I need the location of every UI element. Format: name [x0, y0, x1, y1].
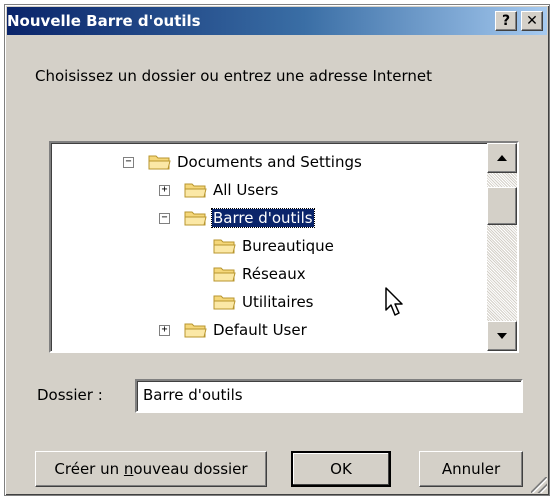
- collapse-icon[interactable]: −: [123, 156, 134, 168]
- scroll-up-button[interactable]: [487, 143, 517, 173]
- dialog-window: Nouvelle Barre d'outils ? ✕ Choisissez u…: [4, 4, 550, 496]
- ok-button[interactable]: OK: [291, 451, 391, 487]
- title-bar[interactable]: Nouvelle Barre d'outils ? ✕: [7, 7, 547, 35]
- tree-item-label: Réseaux: [242, 265, 306, 283]
- scroll-down-button[interactable]: [487, 321, 517, 351]
- new-folder-label-start: Créer un: [54, 460, 124, 478]
- help-button[interactable]: ?: [495, 11, 517, 31]
- folder-icon: [213, 267, 236, 282]
- tree-item-label: Bureautique: [242, 237, 334, 255]
- tree-item-reseaux[interactable]: Réseaux: [213, 262, 307, 286]
- folder-input-value: Barre d'outils: [143, 386, 243, 404]
- dialog-title: Nouvelle Barre d'outils: [7, 12, 201, 30]
- expand-icon[interactable]: +: [159, 324, 170, 336]
- tree-item-label: Utilitaires: [242, 293, 314, 311]
- prompt-text: Choisissez un dossier ou entrez une adre…: [35, 67, 433, 85]
- folder-icon: [184, 183, 207, 198]
- folder-field-label: Dossier :: [37, 386, 103, 404]
- tree-item-label-selected: Barre d'outils: [211, 208, 315, 228]
- close-icon: ✕: [526, 13, 538, 29]
- close-button[interactable]: ✕: [521, 11, 543, 31]
- tree-item-all-users[interactable]: + All Users: [159, 178, 279, 202]
- folder-tree[interactable]: − Documents and Settings + All Users − B…: [49, 141, 519, 353]
- help-icon: ?: [501, 13, 511, 29]
- ok-label: OK: [330, 460, 352, 478]
- tree-item-documents-and-settings[interactable]: − Documents and Settings: [123, 150, 363, 174]
- tree-item-barre-doutils[interactable]: − Barre d'outils: [159, 206, 315, 230]
- collapse-icon[interactable]: −: [159, 212, 170, 224]
- tree-item-default-user[interactable]: + Default User: [159, 318, 308, 342]
- folder-icon: [213, 295, 236, 310]
- tree-item-bureautique[interactable]: Bureautique: [213, 234, 335, 258]
- arrow-down-icon: [497, 333, 507, 339]
- resize-grip[interactable]: [531, 477, 547, 493]
- open-folder-icon: [184, 211, 207, 226]
- scroll-thumb[interactable]: [487, 187, 517, 225]
- cancel-button[interactable]: Annuler: [419, 451, 523, 487]
- folder-icon: [184, 323, 207, 338]
- new-folder-button[interactable]: Créer un n ouveau dossier: [35, 451, 267, 487]
- arrow-up-icon: [497, 155, 507, 161]
- new-folder-label-end: ouveau dossier: [133, 460, 248, 478]
- tree-item-utilitaires[interactable]: Utilitaires: [213, 290, 314, 314]
- mouse-cursor-icon: [385, 287, 403, 316]
- tree-scrollbar[interactable]: [487, 143, 517, 351]
- tree-item-label: All Users: [213, 181, 279, 199]
- expand-icon[interactable]: +: [159, 184, 170, 196]
- folder-input[interactable]: Barre d'outils: [135, 379, 523, 413]
- folder-icon: [213, 239, 236, 254]
- tree-item-label: Documents and Settings: [177, 153, 362, 171]
- cancel-label: Annuler: [441, 460, 501, 478]
- open-folder-icon: [148, 155, 171, 170]
- new-folder-mnemonic: n: [123, 460, 134, 478]
- tree-item-label: Default User: [213, 321, 307, 339]
